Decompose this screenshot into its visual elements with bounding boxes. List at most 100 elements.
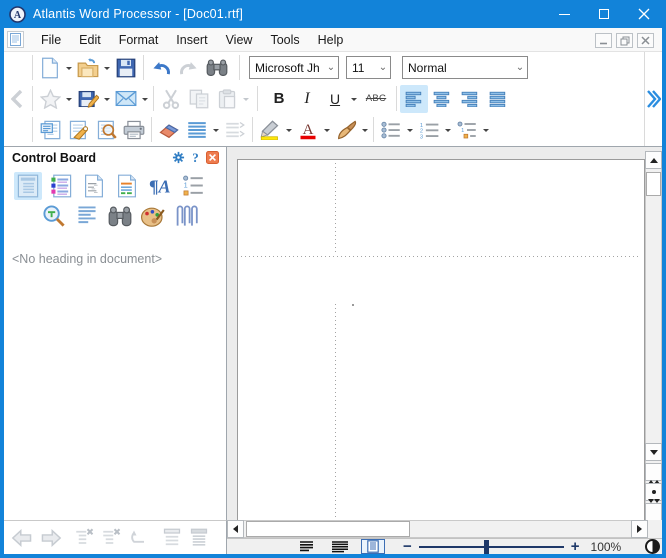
zoom-tool-tab[interactable] (40, 202, 68, 230)
new-document-button[interactable] (36, 54, 64, 82)
horizontal-scroll-thumb[interactable] (246, 521, 410, 537)
bullet-list-dropdown[interactable] (405, 116, 415, 144)
paste-button[interactable] (213, 85, 241, 113)
undo-button[interactable] (147, 54, 175, 82)
previous-page-button[interactable] (645, 463, 662, 481)
menu-format[interactable]: Format (110, 30, 168, 50)
clips-tool-tab[interactable] (172, 202, 200, 230)
strikethrough-button[interactable]: ABC (359, 85, 393, 113)
styles-tab[interactable] (47, 172, 75, 200)
underline-button[interactable]: U (321, 85, 349, 113)
font-color-dropdown[interactable] (322, 116, 332, 144)
underline-dropdown[interactable] (349, 85, 359, 113)
vertical-scrollbar[interactable] (645, 151, 662, 521)
multilevel-list-button[interactable]: 1 (453, 116, 481, 144)
expand-list-icon[interactable] (189, 528, 209, 548)
document-setup-button[interactable] (64, 116, 92, 144)
fields-tab[interactable] (80, 172, 108, 200)
scroll-up-button[interactable] (645, 151, 662, 169)
document-properties-button[interactable] (36, 116, 64, 144)
highlight-dropdown[interactable] (284, 116, 294, 144)
redo-button[interactable] (175, 54, 203, 82)
line-spacing-dropdown[interactable] (211, 116, 221, 144)
bold-button[interactable]: B (265, 85, 293, 113)
close-button[interactable] (624, 0, 664, 28)
multilevel-list-dropdown[interactable] (481, 116, 491, 144)
formatting-marks-button[interactable] (221, 116, 249, 144)
zoom-slider[interactable] (419, 540, 564, 554)
favorites-dropdown[interactable] (64, 85, 74, 113)
print-button[interactable] (120, 116, 148, 144)
zoom-out-button[interactable]: − (403, 542, 412, 552)
save-special-button[interactable] (74, 85, 102, 113)
outline-tab[interactable]: 1 (179, 172, 207, 200)
align-center-button[interactable] (428, 85, 456, 113)
new-document-dropdown[interactable] (64, 54, 74, 82)
collapse-list-icon[interactable] (162, 528, 182, 548)
menu-tools[interactable]: Tools (261, 30, 308, 50)
promote-heading-icon[interactable] (102, 528, 122, 548)
maximize-button[interactable] (584, 0, 624, 28)
scroll-left-button[interactable] (227, 520, 244, 538)
open-button[interactable] (74, 54, 102, 82)
control-board-settings-button[interactable] (170, 149, 187, 166)
open-dropdown[interactable] (102, 54, 112, 82)
copy-button[interactable] (185, 85, 213, 113)
print-layout-view-button[interactable] (361, 539, 385, 554)
find-tool-tab[interactable] (106, 202, 134, 230)
email-button[interactable] (112, 85, 140, 113)
horizontal-scrollbar[interactable] (227, 520, 648, 538)
align-right-button[interactable] (456, 85, 484, 113)
scroll-right-button[interactable] (631, 520, 648, 538)
draft-view-button[interactable] (295, 539, 319, 554)
review-tab[interactable] (113, 172, 141, 200)
undo-move-icon[interactable] (129, 528, 149, 548)
menu-file[interactable]: File (32, 30, 70, 50)
document-icon[interactable] (7, 31, 24, 48)
highlight-button[interactable] (256, 116, 284, 144)
eraser-button[interactable] (155, 116, 183, 144)
mdi-close-button[interactable] (637, 33, 654, 48)
mdi-restore-button[interactable] (616, 33, 633, 48)
align-left-button[interactable] (400, 85, 428, 113)
menu-insert[interactable]: Insert (167, 30, 216, 50)
italic-button[interactable]: I (293, 85, 321, 113)
document-area[interactable] (227, 147, 662, 521)
minimize-button[interactable] (544, 0, 584, 28)
control-board-close-button[interactable] (204, 149, 221, 166)
next-page-button[interactable] (645, 503, 662, 521)
toolbar-scroll-left-button[interactable] (4, 83, 29, 114)
fonts-tab[interactable]: ¶A (146, 172, 174, 200)
web-view-button[interactable] (328, 539, 352, 554)
headings-tab[interactable] (14, 172, 42, 200)
theme-contrast-toggle[interactable] (645, 539, 660, 554)
email-dropdown[interactable] (140, 85, 150, 113)
style-select[interactable]: Normal ⌄ (402, 56, 528, 79)
favorites-button[interactable] (36, 85, 64, 113)
save-special-dropdown[interactable] (102, 85, 112, 113)
format-painter-dropdown[interactable] (360, 116, 370, 144)
scroll-down-button[interactable] (645, 443, 662, 461)
palette-tool-tab[interactable] (139, 202, 167, 230)
menu-edit[interactable]: Edit (70, 30, 110, 50)
font-color-button[interactable]: A (294, 116, 322, 144)
toolbar-scroll-right-button[interactable] (644, 52, 662, 146)
menu-help[interactable]: Help (309, 30, 353, 50)
mdi-minimize-button[interactable] (595, 33, 612, 48)
paragraph-tool-tab[interactable] (73, 202, 101, 230)
control-board-help-button[interactable]: ? (187, 149, 204, 166)
zoom-in-button[interactable]: + (571, 542, 580, 552)
font-name-select[interactable]: Microsoft Jh ⌄ (249, 56, 339, 79)
numbered-list-button[interactable]: 1 2 3 (415, 116, 443, 144)
cut-button[interactable] (157, 85, 185, 113)
zoom-slider-thumb[interactable] (484, 540, 489, 554)
align-justify-button[interactable] (484, 85, 512, 113)
document-page[interactable] (237, 159, 645, 521)
line-spacing-button[interactable] (183, 116, 211, 144)
paste-dropdown[interactable] (241, 85, 251, 113)
forward-arrow-icon[interactable] (40, 529, 62, 547)
demote-heading-icon[interactable] (75, 528, 95, 548)
bullet-list-button[interactable] (377, 116, 405, 144)
find-button[interactable] (203, 54, 231, 82)
print-preview-button[interactable] (92, 116, 120, 144)
